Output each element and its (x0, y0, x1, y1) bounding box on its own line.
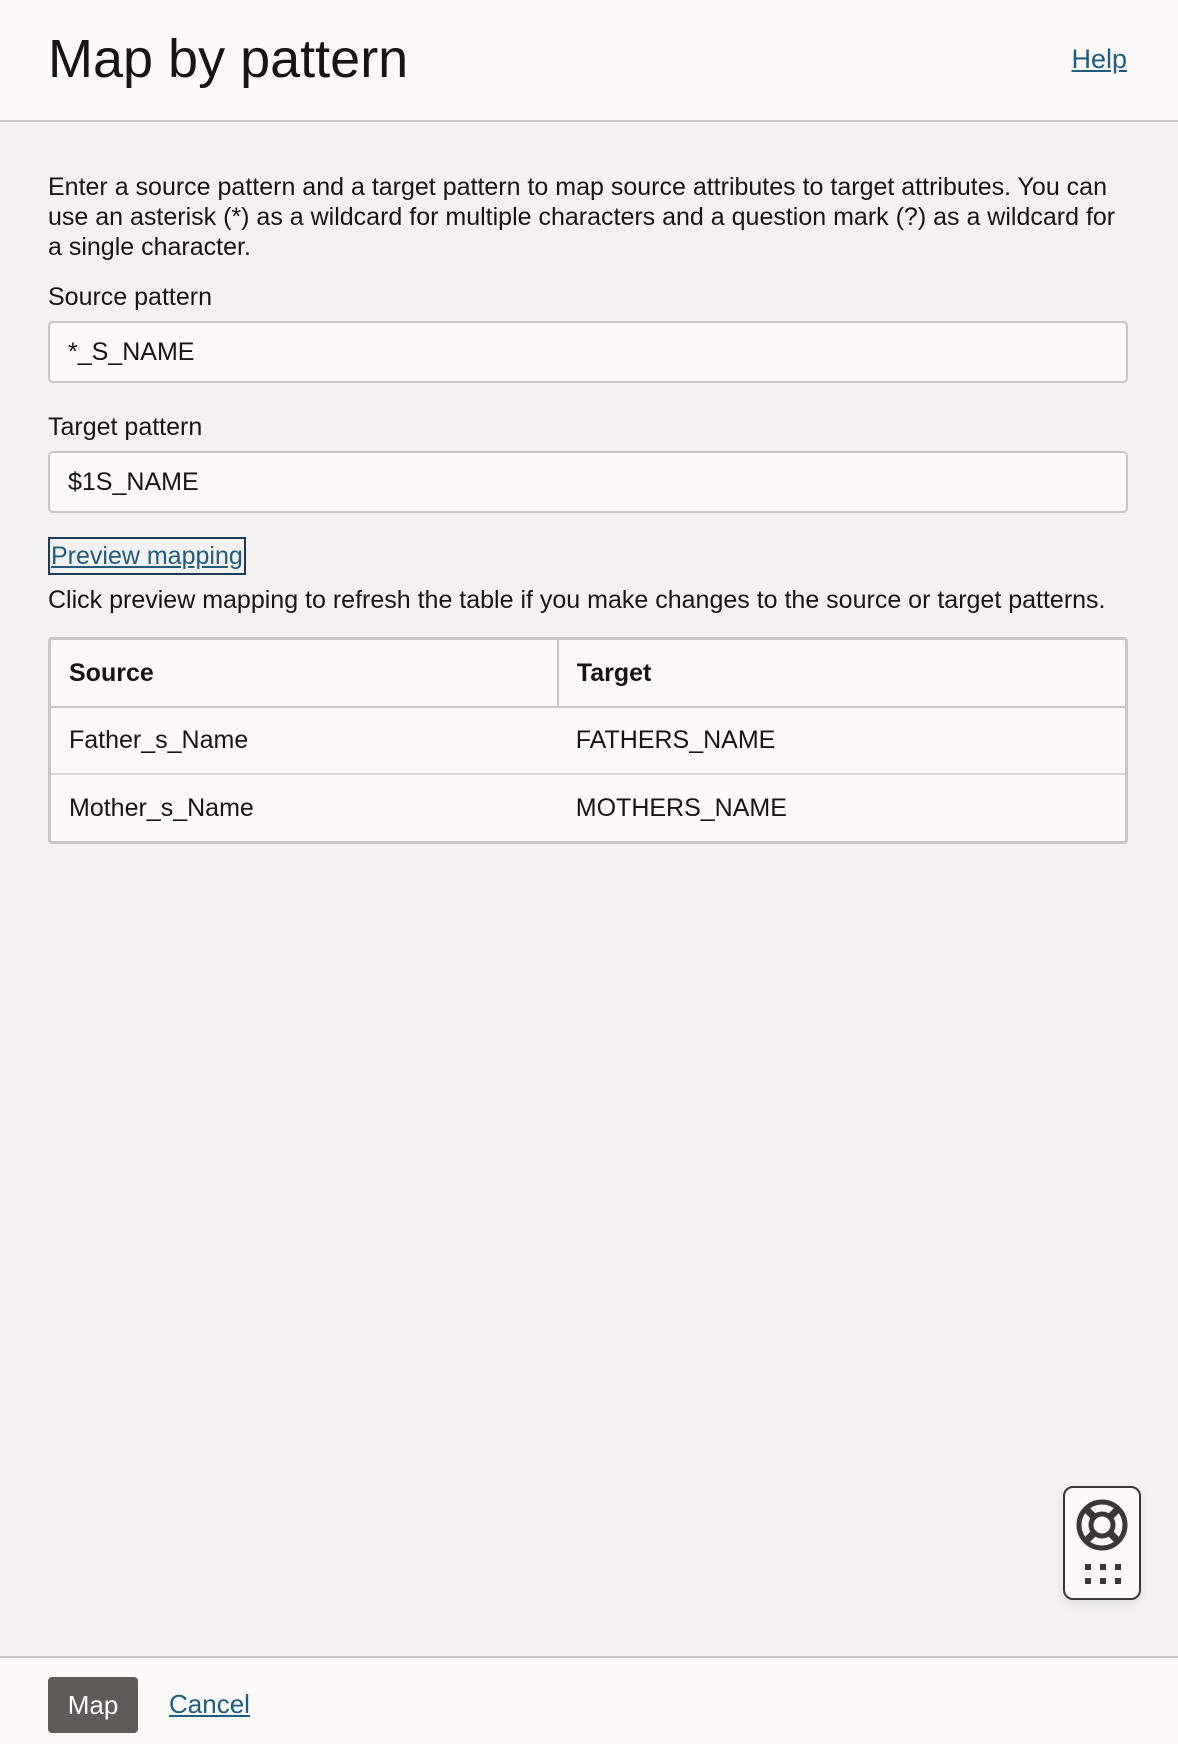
table-row: Mother_s_Name MOTHERS_NAME (51, 774, 1125, 841)
source-cell: Father_s_Name (51, 707, 558, 775)
dialog-footer: Map Cancel (0, 1656, 1178, 1744)
lifebuoy-icon (1075, 1498, 1129, 1557)
target-pattern-label: Target pattern (48, 413, 203, 441)
source-pattern-input[interactable] (48, 321, 1128, 383)
dialog-header: Map by pattern Help (0, 0, 1178, 122)
source-cell: Mother_s_Name (69, 793, 254, 822)
column-header-target: Target (557, 640, 1125, 708)
cancel-link[interactable]: Cancel (169, 1689, 250, 1720)
grid-dots-icon[interactable] (1085, 1564, 1121, 1591)
target-cell: FATHERS_NAME (557, 707, 1125, 775)
target-cell: MOTHERS_NAME (575, 793, 787, 822)
source-pattern-label: Source pattern (48, 283, 212, 311)
help-link[interactable]: Help (1071, 44, 1127, 75)
map-button[interactable]: Map (48, 1677, 138, 1733)
table-row: Father_s_Name FATHERS_NAME (51, 707, 1125, 775)
target-pattern-input[interactable] (48, 451, 1128, 513)
dialog-body: Enter a source pattern and a target patt… (48, 172, 1128, 844)
preview-mapping-link[interactable]: Preview mapping (48, 537, 246, 575)
preview-hint-text: Click preview mapping to refresh the tab… (48, 586, 1106, 614)
instructions-text: Enter a source pattern and a target patt… (48, 173, 1116, 261)
column-header-source: Source (51, 640, 559, 708)
mapping-preview-table: Source Target Father_s_Name FATHERS_NAME… (48, 637, 1128, 844)
page-title: Map by pattern (48, 29, 409, 89)
help-center-widget[interactable] (1063, 1486, 1141, 1600)
